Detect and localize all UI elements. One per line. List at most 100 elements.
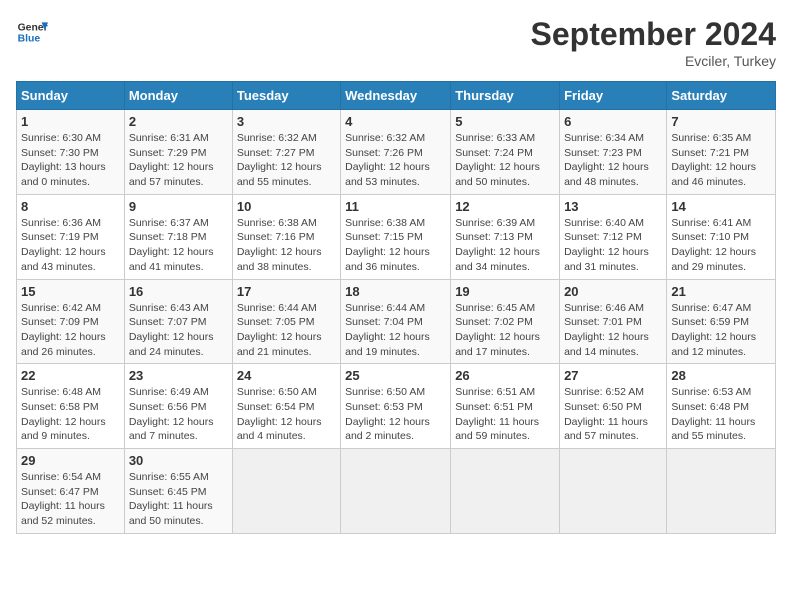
- calendar-day: 29 Sunrise: 6:54 AMSunset: 6:47 PMDaylig…: [17, 449, 125, 534]
- day-header-tuesday: Tuesday: [232, 82, 340, 110]
- calendar-day: 4 Sunrise: 6:32 AMSunset: 7:26 PMDayligh…: [341, 110, 451, 195]
- day-number: 4: [345, 114, 446, 129]
- day-number: 22: [21, 368, 120, 383]
- calendar-day: 28 Sunrise: 6:53 AMSunset: 6:48 PMDaylig…: [667, 364, 776, 449]
- calendar-week-row: 1 Sunrise: 6:30 AMSunset: 7:30 PMDayligh…: [17, 110, 776, 195]
- day-info: Sunrise: 6:35 AMSunset: 7:21 PMDaylight:…: [671, 131, 771, 190]
- calendar-day: 7 Sunrise: 6:35 AMSunset: 7:21 PMDayligh…: [667, 110, 776, 195]
- calendar-day-empty: [451, 449, 560, 534]
- location: Evciler, Turkey: [531, 53, 776, 69]
- day-number: 25: [345, 368, 446, 383]
- day-number: 29: [21, 453, 120, 468]
- day-number: 28: [671, 368, 771, 383]
- calendar-day: 26 Sunrise: 6:51 AMSunset: 6:51 PMDaylig…: [451, 364, 560, 449]
- day-number: 10: [237, 199, 336, 214]
- day-info: Sunrise: 6:30 AMSunset: 7:30 PMDaylight:…: [21, 131, 120, 190]
- day-info: Sunrise: 6:49 AMSunset: 6:56 PMDaylight:…: [129, 385, 228, 444]
- calendar-day: 19 Sunrise: 6:45 AMSunset: 7:02 PMDaylig…: [451, 279, 560, 364]
- calendar-day: 1 Sunrise: 6:30 AMSunset: 7:30 PMDayligh…: [17, 110, 125, 195]
- day-info: Sunrise: 6:46 AMSunset: 7:01 PMDaylight:…: [564, 301, 662, 360]
- calendar-day: 15 Sunrise: 6:42 AMSunset: 7:09 PMDaylig…: [17, 279, 125, 364]
- day-info: Sunrise: 6:52 AMSunset: 6:50 PMDaylight:…: [564, 385, 662, 444]
- day-number: 13: [564, 199, 662, 214]
- day-info: Sunrise: 6:32 AMSunset: 7:27 PMDaylight:…: [237, 131, 336, 190]
- day-info: Sunrise: 6:41 AMSunset: 7:10 PMDaylight:…: [671, 216, 771, 275]
- day-header-friday: Friday: [560, 82, 667, 110]
- day-info: Sunrise: 6:44 AMSunset: 7:05 PMDaylight:…: [237, 301, 336, 360]
- calendar-day: 13 Sunrise: 6:40 AMSunset: 7:12 PMDaylig…: [560, 194, 667, 279]
- day-info: Sunrise: 6:36 AMSunset: 7:19 PMDaylight:…: [21, 216, 120, 275]
- day-info: Sunrise: 6:51 AMSunset: 6:51 PMDaylight:…: [455, 385, 555, 444]
- day-info: Sunrise: 6:48 AMSunset: 6:58 PMDaylight:…: [21, 385, 120, 444]
- day-header-saturday: Saturday: [667, 82, 776, 110]
- day-info: Sunrise: 6:33 AMSunset: 7:24 PMDaylight:…: [455, 131, 555, 190]
- day-info: Sunrise: 6:42 AMSunset: 7:09 PMDaylight:…: [21, 301, 120, 360]
- calendar-day: 9 Sunrise: 6:37 AMSunset: 7:18 PMDayligh…: [124, 194, 232, 279]
- calendar-day-empty: [560, 449, 667, 534]
- page-header: General Blue September 2024 Evciler, Tur…: [16, 16, 776, 69]
- calendar-day: 11 Sunrise: 6:38 AMSunset: 7:15 PMDaylig…: [341, 194, 451, 279]
- day-number: 30: [129, 453, 228, 468]
- day-number: 11: [345, 199, 446, 214]
- day-number: 26: [455, 368, 555, 383]
- calendar-day: 30 Sunrise: 6:55 AMSunset: 6:45 PMDaylig…: [124, 449, 232, 534]
- calendar-day: 10 Sunrise: 6:38 AMSunset: 7:16 PMDaylig…: [232, 194, 340, 279]
- day-info: Sunrise: 6:37 AMSunset: 7:18 PMDaylight:…: [129, 216, 228, 275]
- calendar-header-row: SundayMondayTuesdayWednesdayThursdayFrid…: [17, 82, 776, 110]
- calendar-day: 21 Sunrise: 6:47 AMSunset: 6:59 PMDaylig…: [667, 279, 776, 364]
- day-number: 1: [21, 114, 120, 129]
- day-number: 8: [21, 199, 120, 214]
- calendar-day: 25 Sunrise: 6:50 AMSunset: 6:53 PMDaylig…: [341, 364, 451, 449]
- day-number: 5: [455, 114, 555, 129]
- day-info: Sunrise: 6:31 AMSunset: 7:29 PMDaylight:…: [129, 131, 228, 190]
- day-header-wednesday: Wednesday: [341, 82, 451, 110]
- svg-text:Blue: Blue: [18, 34, 41, 45]
- calendar-day: 5 Sunrise: 6:33 AMSunset: 7:24 PMDayligh…: [451, 110, 560, 195]
- day-info: Sunrise: 6:45 AMSunset: 7:02 PMDaylight:…: [455, 301, 555, 360]
- day-number: 27: [564, 368, 662, 383]
- calendar-day: 14 Sunrise: 6:41 AMSunset: 7:10 PMDaylig…: [667, 194, 776, 279]
- day-info: Sunrise: 6:50 AMSunset: 6:53 PMDaylight:…: [345, 385, 446, 444]
- day-number: 9: [129, 199, 228, 214]
- day-number: 21: [671, 284, 771, 299]
- calendar-week-row: 8 Sunrise: 6:36 AMSunset: 7:19 PMDayligh…: [17, 194, 776, 279]
- calendar-day-empty: [667, 449, 776, 534]
- calendar-day: 3 Sunrise: 6:32 AMSunset: 7:27 PMDayligh…: [232, 110, 340, 195]
- day-info: Sunrise: 6:34 AMSunset: 7:23 PMDaylight:…: [564, 131, 662, 190]
- day-info: Sunrise: 6:55 AMSunset: 6:45 PMDaylight:…: [129, 470, 228, 529]
- day-number: 3: [237, 114, 336, 129]
- title-block: September 2024 Evciler, Turkey: [531, 16, 776, 69]
- day-header-sunday: Sunday: [17, 82, 125, 110]
- day-info: Sunrise: 6:53 AMSunset: 6:48 PMDaylight:…: [671, 385, 771, 444]
- day-info: Sunrise: 6:32 AMSunset: 7:26 PMDaylight:…: [345, 131, 446, 190]
- calendar-table: SundayMondayTuesdayWednesdayThursdayFrid…: [16, 81, 776, 534]
- day-info: Sunrise: 6:43 AMSunset: 7:07 PMDaylight:…: [129, 301, 228, 360]
- calendar-week-row: 22 Sunrise: 6:48 AMSunset: 6:58 PMDaylig…: [17, 364, 776, 449]
- month-title: September 2024: [531, 16, 776, 53]
- calendar-day: 23 Sunrise: 6:49 AMSunset: 6:56 PMDaylig…: [124, 364, 232, 449]
- day-info: Sunrise: 6:40 AMSunset: 7:12 PMDaylight:…: [564, 216, 662, 275]
- calendar-day: 20 Sunrise: 6:46 AMSunset: 7:01 PMDaylig…: [560, 279, 667, 364]
- calendar-day-empty: [341, 449, 451, 534]
- day-number: 12: [455, 199, 555, 214]
- day-header-thursday: Thursday: [451, 82, 560, 110]
- day-number: 14: [671, 199, 771, 214]
- calendar-day: 6 Sunrise: 6:34 AMSunset: 7:23 PMDayligh…: [560, 110, 667, 195]
- calendar-week-row: 15 Sunrise: 6:42 AMSunset: 7:09 PMDaylig…: [17, 279, 776, 364]
- day-number: 17: [237, 284, 336, 299]
- logo-icon: General Blue: [16, 16, 48, 48]
- day-info: Sunrise: 6:38 AMSunset: 7:16 PMDaylight:…: [237, 216, 336, 275]
- day-info: Sunrise: 6:47 AMSunset: 6:59 PMDaylight:…: [671, 301, 771, 360]
- calendar-day: 27 Sunrise: 6:52 AMSunset: 6:50 PMDaylig…: [560, 364, 667, 449]
- day-number: 7: [671, 114, 771, 129]
- day-info: Sunrise: 6:38 AMSunset: 7:15 PMDaylight:…: [345, 216, 446, 275]
- day-number: 6: [564, 114, 662, 129]
- calendar-week-row: 29 Sunrise: 6:54 AMSunset: 6:47 PMDaylig…: [17, 449, 776, 534]
- day-number: 23: [129, 368, 228, 383]
- calendar-day: 2 Sunrise: 6:31 AMSunset: 7:29 PMDayligh…: [124, 110, 232, 195]
- day-number: 24: [237, 368, 336, 383]
- calendar-day: 16 Sunrise: 6:43 AMSunset: 7:07 PMDaylig…: [124, 279, 232, 364]
- calendar-day: 18 Sunrise: 6:44 AMSunset: 7:04 PMDaylig…: [341, 279, 451, 364]
- day-info: Sunrise: 6:44 AMSunset: 7:04 PMDaylight:…: [345, 301, 446, 360]
- day-info: Sunrise: 6:39 AMSunset: 7:13 PMDaylight:…: [455, 216, 555, 275]
